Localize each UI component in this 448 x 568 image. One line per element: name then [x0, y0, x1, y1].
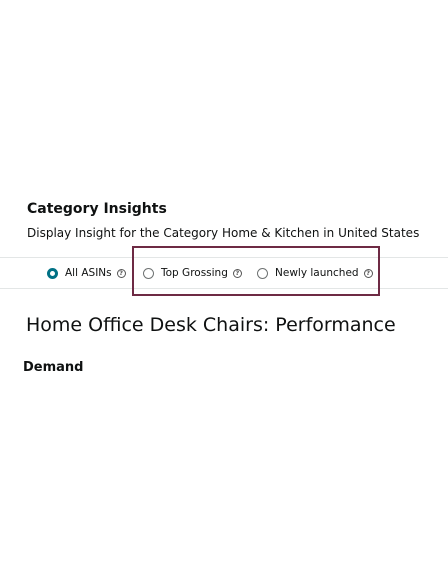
performance-title: Home Office Desk Chairs: Performance: [26, 314, 396, 336]
highlight-annotation-box: [132, 246, 380, 296]
category-insights-title: Category Insights: [27, 201, 167, 217]
radio-all-asins[interactable]: All ASINs ?: [47, 265, 126, 281]
demand-heading: Demand: [23, 360, 84, 375]
radio-selected-icon[interactable]: [47, 267, 58, 279]
category-insights-subtitle: Display Insight for the Category Home & …: [27, 226, 420, 240]
radio-label-all-asins: All ASINs: [65, 267, 112, 279]
help-circle-icon[interactable]: ?: [116, 268, 126, 278]
